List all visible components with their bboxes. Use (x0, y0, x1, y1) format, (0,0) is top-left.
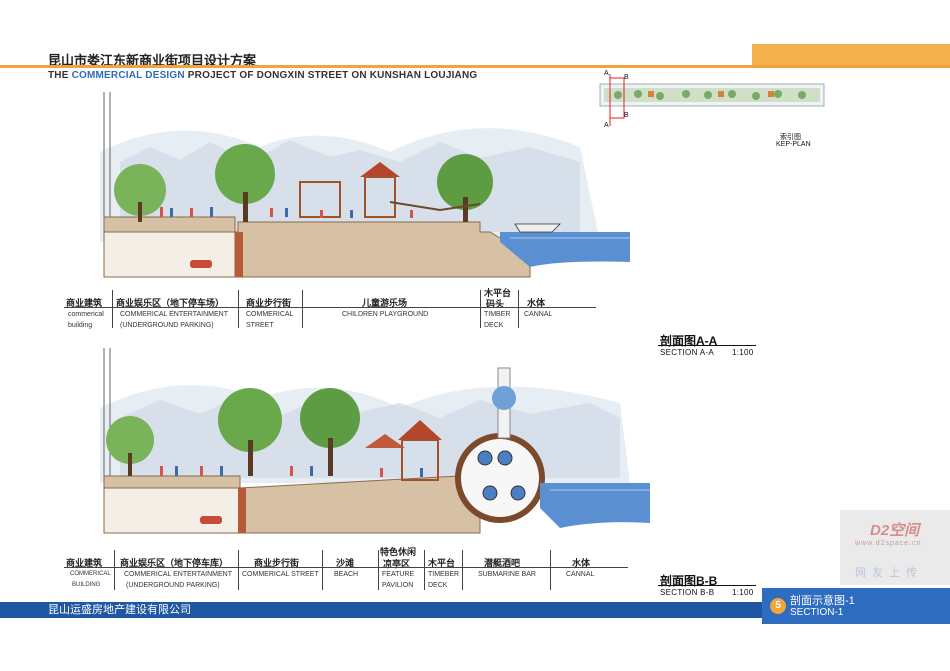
section-b-divider-1 (114, 550, 115, 590)
section-a-zone-2-en1: COMMERICAL ENTERTAINMENT (120, 311, 228, 318)
section-b-divider-4 (378, 550, 379, 590)
section-a-zone-1-en1: commerical (68, 311, 104, 318)
section-a-title-rule (658, 345, 756, 346)
section-a-divider-4 (480, 290, 481, 328)
section-a-divider-3 (302, 290, 303, 328)
section-a-zone-3-en1: COMMERICAL (246, 311, 294, 318)
section-a-divider-5 (518, 290, 519, 328)
section-b-zone-3-en1: COMMERICAL STREET (242, 571, 319, 578)
section-a-divider-2 (238, 290, 239, 328)
section-b-zone-1-en1: COMMERICAL (70, 571, 111, 577)
section-a-zone-5-en1: TIMBER (484, 311, 511, 318)
section-a-label-rule (64, 307, 596, 308)
section-a-title-cn: 剖面图A-A (660, 334, 718, 348)
keyplan-marker-b-top: B (624, 74, 629, 81)
section-b-divider-2 (238, 550, 239, 590)
section-a-illustration (60, 92, 630, 282)
section-b-zone-6-en2: DECK (428, 582, 448, 589)
section-b-title-en: SECTION B-B (660, 588, 715, 597)
section-b-zone-4-en1: BEACH (334, 571, 359, 578)
section-a-title-en: SECTION A-A (660, 348, 714, 357)
section-b-zone-8-en1: CANNAL (566, 571, 595, 578)
keyplan-label-en: KEP-PLAN (776, 141, 811, 148)
watermark-url: www.d2space.cn (855, 540, 922, 547)
page-title-en: THE COMMERCIAL DESIGN PROJECT OF DONGXIN… (48, 70, 478, 81)
section-a-zone-1-en2: building (68, 322, 93, 329)
keyplan-marker-a-top: A (604, 70, 609, 77)
section-b-title-cn: 剖面图B-B (660, 574, 718, 588)
footer-company: 昆山运盛房地产建设有限公司 (48, 604, 191, 616)
section-b-zone-7-en1: SUBMARINE BAR (478, 571, 536, 578)
watermark-logo: D2空间 (870, 522, 920, 539)
section-b-divider-7 (550, 550, 551, 590)
section-a-zone-4-en1: CHILDREN PLAYGROUND (342, 311, 429, 318)
section-a-zone-6-en1: CANNAL (524, 311, 553, 318)
section-b-illustration (60, 348, 650, 538)
section-b-zone-2-en2: (UNDERGROUND PARKING) (126, 582, 220, 589)
section-a-drawing (100, 92, 630, 278)
section-a-divider-1 (112, 290, 113, 328)
footer-section-en: SECTION-1 (790, 607, 844, 618)
section-a-scale: 1:100 (732, 348, 754, 357)
section-b-divider-6 (462, 550, 463, 590)
section-b-divider-5 (424, 550, 425, 590)
section-b-scale: 1:100 (732, 588, 754, 597)
page-number: 5 (770, 598, 786, 614)
footer-section-cn: 剖面示意图-1 (790, 595, 855, 607)
section-a-zone-5-en2: DECK (484, 322, 504, 329)
section-b-title-rule (658, 585, 756, 586)
section-a-zone-3-en2: STREET (246, 322, 274, 329)
section-b-drawing (100, 348, 650, 534)
section-b-zone-1-en2: BUILDING (72, 582, 101, 588)
header-divider (0, 65, 950, 68)
section-b-zone-5-en2: PAVILION (382, 582, 414, 589)
section-b-divider-3 (322, 550, 323, 590)
section-a-zone-2-en2: (UNDERGROUND PARKING) (120, 322, 214, 329)
header-accent-block (752, 44, 950, 66)
section-b-zone-6-en1: TIMEBER (428, 571, 460, 578)
section-b-zone-2-en1: COMMERICAL ENTERTAINMENT (124, 571, 232, 578)
section-b-zone-5-en1: FEATURE (382, 571, 415, 578)
section-b-label-rule (64, 567, 628, 568)
watermark-text: 网友上传 (855, 567, 923, 579)
